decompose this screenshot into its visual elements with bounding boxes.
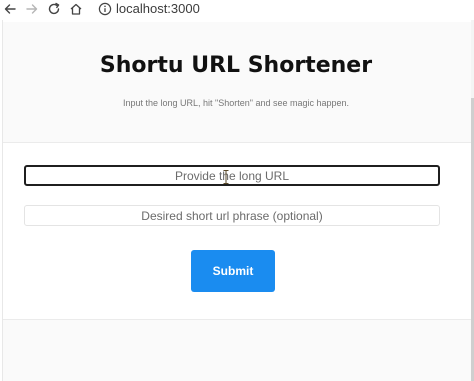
page-title: Shortu URL Shortener [99,53,373,78]
back-arrow-icon[interactable] [2,1,18,17]
info-icon[interactable] [98,2,112,16]
home-icon[interactable] [68,1,84,17]
reload-icon[interactable] [46,1,62,17]
browser-window: localhost:3000 Shortu URL Shortener Inpu… [0,0,474,381]
browser-toolbar: localhost:3000 [0,0,474,20]
page-footer-area [3,320,471,381]
shorten-form: Submit [3,143,471,320]
page-subtitle: Input the long URL, hit "Shorten" and se… [122,98,350,108]
short-phrase-input[interactable] [24,205,440,226]
submit-button[interactable]: Submit [191,250,275,292]
address-bar-url[interactable]: localhost:3000 [116,1,200,17]
long-url-input[interactable] [24,165,440,186]
hero-header: Shortu URL Shortener Input the long URL,… [3,22,471,143]
forward-arrow-icon[interactable] [24,1,40,17]
